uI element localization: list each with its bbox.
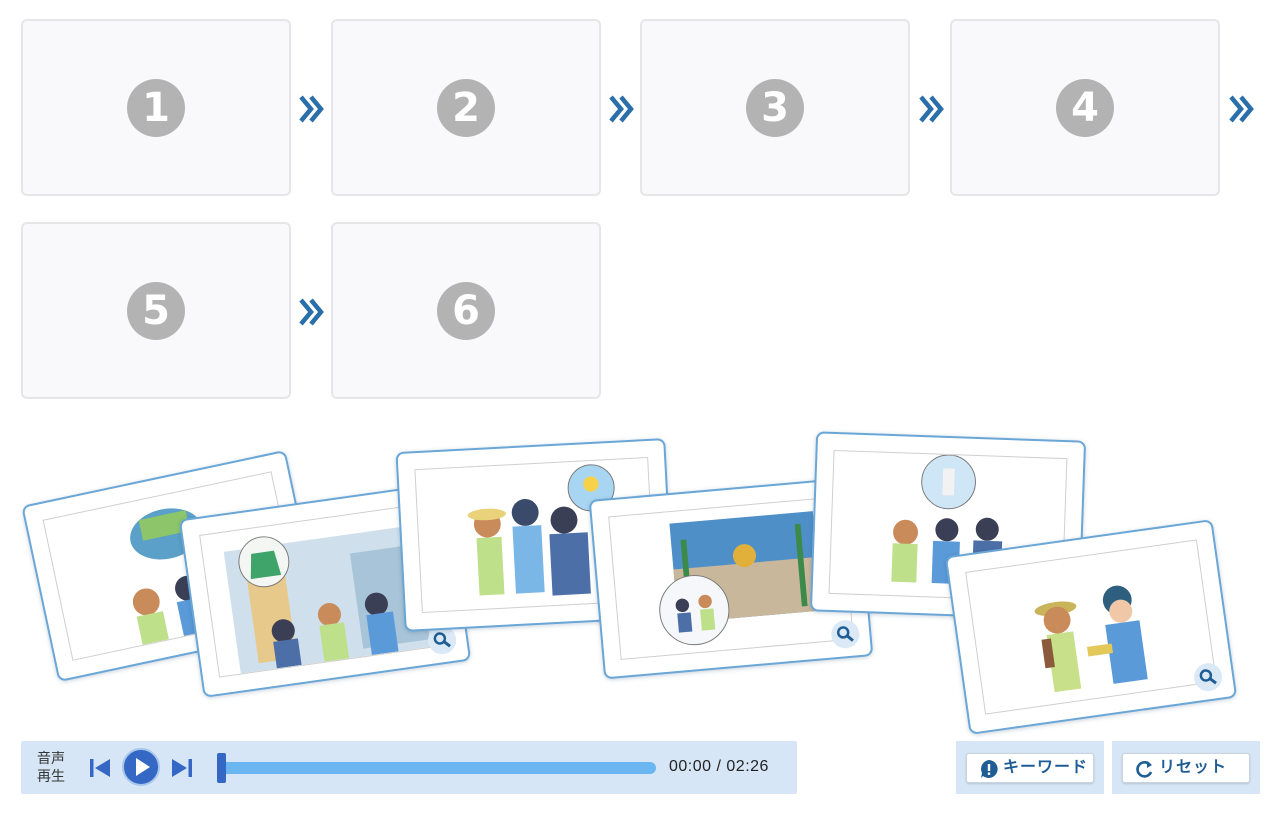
zoom-button[interactable] xyxy=(830,619,861,650)
slot-3[interactable]: 3 xyxy=(640,19,910,196)
chevron-double-right-icon xyxy=(919,95,944,123)
keyword-label: キーワード xyxy=(1003,759,1089,776)
slot-4[interactable]: 4 xyxy=(950,19,1220,196)
zoom-button[interactable] xyxy=(1192,661,1224,693)
slot-number: 3 xyxy=(746,78,804,137)
progress-thumb[interactable] xyxy=(217,753,226,783)
slot-6[interactable]: 6 xyxy=(331,222,601,399)
chevron-double-right-icon xyxy=(299,95,324,123)
slot-5[interactable]: 5 xyxy=(21,222,291,399)
search-zoom-icon xyxy=(836,626,854,642)
chevron-double-right-icon xyxy=(1229,95,1254,123)
audio-label-line2: 再生 xyxy=(37,768,65,784)
time-separator: / xyxy=(716,758,722,775)
slot-number: 6 xyxy=(437,281,495,340)
card-illustration xyxy=(965,539,1217,715)
previous-track-icon[interactable] xyxy=(87,755,113,781)
next-track-icon[interactable] xyxy=(169,755,195,781)
slot-1[interactable]: 1 xyxy=(21,19,291,196)
time-display: 00:00 / 02:26 xyxy=(669,758,769,776)
search-zoom-icon xyxy=(1199,669,1217,685)
keyword-panel: キーワード xyxy=(956,741,1104,794)
audio-label: 音声 再生 xyxy=(37,749,69,785)
play-icon[interactable] xyxy=(121,747,161,787)
picture-card-6[interactable] xyxy=(944,519,1238,735)
reset-panel: リセット xyxy=(1112,741,1260,794)
reset-icon xyxy=(1136,761,1153,778)
audio-player: 音声 再生 00:00 / 02:26 xyxy=(21,741,797,794)
reset-label: リセット xyxy=(1159,759,1228,776)
exclamation-icon xyxy=(981,760,998,778)
chevron-double-right-icon xyxy=(609,95,634,123)
slot-number: 2 xyxy=(437,78,495,137)
slot-2[interactable]: 2 xyxy=(331,19,601,196)
slot-number: 5 xyxy=(127,281,185,340)
current-time: 00:00 xyxy=(669,758,712,775)
slot-number: 1 xyxy=(127,78,185,137)
total-time: 02:26 xyxy=(726,758,769,775)
reset-button[interactable]: リセット xyxy=(1122,753,1250,783)
slot-number: 4 xyxy=(1056,78,1114,137)
chevron-double-right-icon xyxy=(299,298,324,326)
audio-label-line1: 音声 xyxy=(37,750,65,766)
keyword-button[interactable]: キーワード xyxy=(966,753,1094,783)
progress-track[interactable] xyxy=(221,762,656,774)
